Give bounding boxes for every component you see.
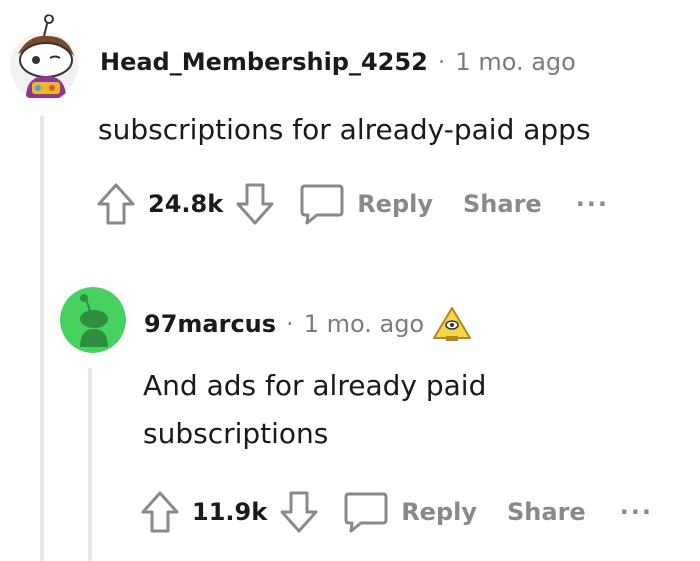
speech-bubble-icon: [344, 492, 388, 533]
comment-actions: 24.8k Reply Share ···: [96, 182, 609, 226]
reply-label: Reply: [357, 190, 433, 218]
more-options-button[interactable]: ···: [576, 192, 609, 216]
vote-score: 24.8k: [148, 190, 224, 218]
award-icon: [433, 307, 472, 341]
comment-body: And ads for already paid subscriptions: [143, 369, 487, 450]
more-options-button[interactable]: ···: [620, 500, 653, 524]
username-link[interactable]: Head_Membership_4252: [100, 48, 428, 76]
reply-button[interactable]: Reply: [343, 490, 477, 534]
thread-line-reply[interactable]: [88, 368, 92, 561]
reply-button[interactable]: Reply: [299, 182, 433, 226]
timestamp-link[interactable]: 1 mo. ago: [304, 310, 424, 338]
comment-meta: Head_Membership_4252 · 1 mo. ago: [100, 48, 576, 76]
separator-dot: ·: [286, 310, 294, 338]
snoo-avatar-illustration: [10, 14, 78, 100]
username-link[interactable]: 97marcus: [144, 310, 276, 338]
comment-actions: 11.9k Reply Share ···: [140, 490, 653, 534]
upvote-icon: [97, 183, 135, 225]
default-snoo-avatar-illustration: [60, 287, 126, 353]
downvote-icon: [236, 183, 274, 225]
downvote-button[interactable]: [279, 490, 319, 534]
share-button[interactable]: Share: [507, 498, 586, 526]
separator-dot: ·: [437, 48, 446, 76]
avatar[interactable]: [8, 14, 80, 102]
upvote-icon: [141, 491, 179, 533]
reply-label: Reply: [401, 498, 477, 526]
downvote-icon: [280, 491, 318, 533]
upvote-button[interactable]: [140, 490, 180, 534]
vote-score: 11.9k: [192, 498, 268, 526]
thread-line-parent[interactable]: [40, 115, 44, 561]
user-award-badge[interactable]: [432, 306, 472, 342]
timestamp-link[interactable]: 1 mo. ago: [455, 48, 575, 76]
comment-thread: Head_Membership_4252 · 1 mo. ago subscri…: [0, 0, 700, 561]
downvote-button[interactable]: [235, 182, 275, 226]
comment-meta: 97marcus · 1 mo. ago: [144, 306, 472, 342]
share-button[interactable]: Share: [463, 190, 542, 218]
upvote-button[interactable]: [96, 182, 136, 226]
avatar[interactable]: [60, 287, 126, 353]
comment-body: subscriptions for already-paid apps: [98, 113, 591, 146]
speech-bubble-icon: [300, 184, 344, 225]
